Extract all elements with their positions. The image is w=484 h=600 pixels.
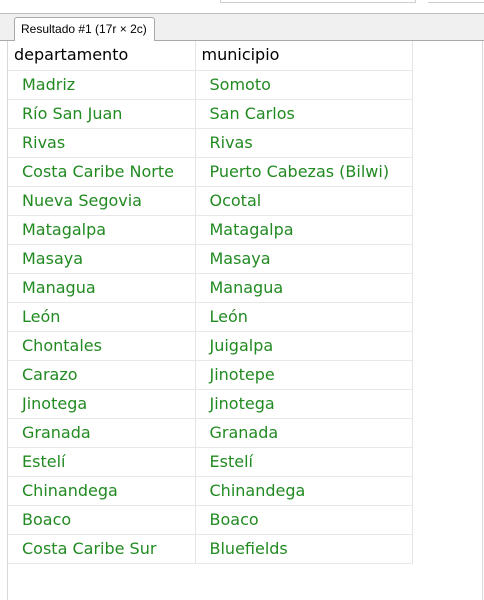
table-row[interactable]: Granada Granada xyxy=(8,418,413,448)
table-row[interactable]: Madriz Somoto xyxy=(8,70,413,100)
cell-departamento[interactable]: Matagalpa xyxy=(8,215,196,245)
table-row[interactable]: Boaco Boaco xyxy=(8,505,413,535)
cell-departamento[interactable]: Jinotega xyxy=(8,389,196,419)
table-row[interactable]: Chontales Juigalpa xyxy=(8,331,413,361)
cell-municipio[interactable]: Jinotepe xyxy=(195,360,413,390)
cell-municipio[interactable]: Chinandega xyxy=(195,476,413,506)
cell-municipio[interactable]: San Carlos xyxy=(195,99,413,129)
cell-municipio[interactable]: Somoto xyxy=(195,70,413,100)
table-row[interactable]: Costa Caribe Sur Bluefields xyxy=(8,534,413,564)
top-toolbar-edge xyxy=(0,0,484,14)
cell-departamento[interactable]: Costa Caribe Norte xyxy=(8,157,196,187)
toolbar-divider xyxy=(220,0,416,3)
header-row: departamento municipio xyxy=(8,41,413,71)
table-row[interactable]: Masaya Masaya xyxy=(8,244,413,274)
table-row[interactable]: Carazo Jinotepe xyxy=(8,360,413,390)
results-table: departamento municipio Madriz Somoto Río… xyxy=(8,41,413,564)
table-row[interactable]: Estelí Estelí xyxy=(8,447,413,477)
table-row[interactable]: Río San Juan San Carlos xyxy=(8,99,413,129)
cell-municipio[interactable]: Ocotal xyxy=(195,186,413,216)
cell-departamento[interactable]: Nueva Segovia xyxy=(8,186,196,216)
cell-municipio[interactable]: Matagalpa xyxy=(195,215,413,245)
cell-departamento[interactable]: León xyxy=(8,302,196,332)
table-row[interactable]: Chinandega Chinandega xyxy=(8,476,413,506)
cell-municipio[interactable]: Rivas xyxy=(195,128,413,158)
result-grid[interactable]: departamento municipio Madriz Somoto Río… xyxy=(0,41,484,600)
grid-border xyxy=(482,41,483,600)
table-row[interactable]: Matagalpa Matagalpa xyxy=(8,215,413,245)
table-row[interactable]: Jinotega Jinotega xyxy=(8,389,413,419)
cell-departamento[interactable]: Madriz xyxy=(8,70,196,100)
cell-departamento[interactable]: Río San Juan xyxy=(8,99,196,129)
cell-departamento[interactable]: Masaya xyxy=(8,244,196,274)
cell-municipio[interactable]: Puerto Cabezas (Bilwi) xyxy=(195,157,413,187)
cell-departamento[interactable]: Rivas xyxy=(8,128,196,158)
cell-departamento[interactable]: Boaco xyxy=(8,505,196,535)
cell-departamento[interactable]: Estelí xyxy=(8,447,196,477)
cell-municipio[interactable]: Granada xyxy=(195,418,413,448)
cell-municipio[interactable]: Jinotega xyxy=(195,389,413,419)
cell-departamento[interactable]: Granada xyxy=(8,418,196,448)
cell-municipio[interactable]: Managua xyxy=(195,273,413,303)
table-row[interactable]: Nueva Segovia Ocotal xyxy=(8,186,413,216)
table-row[interactable]: León León xyxy=(8,302,413,332)
cell-municipio[interactable]: León xyxy=(195,302,413,332)
toolbar-divider xyxy=(428,0,484,3)
cell-departamento[interactable]: Chinandega xyxy=(8,476,196,506)
result-tab-bar: Resultado #1 (17r × 2c) xyxy=(0,14,484,41)
table-row[interactable]: Rivas Rivas xyxy=(8,128,413,158)
cell-municipio[interactable]: Estelí xyxy=(195,447,413,477)
cell-departamento[interactable]: Managua xyxy=(8,273,196,303)
tab-result-1[interactable]: Resultado #1 (17r × 2c) xyxy=(14,17,155,41)
cell-departamento[interactable]: Costa Caribe Sur xyxy=(8,534,196,564)
cell-departamento[interactable]: Carazo xyxy=(8,360,196,390)
cell-municipio[interactable]: Boaco xyxy=(195,505,413,535)
table-row[interactable]: Managua Managua xyxy=(8,273,413,303)
result-window: Resultado #1 (17r × 2c) departamento mun… xyxy=(0,0,484,600)
cell-municipio[interactable]: Juigalpa xyxy=(195,331,413,361)
column-header-departamento[interactable]: departamento xyxy=(8,41,196,71)
column-header-municipio[interactable]: municipio xyxy=(195,41,413,71)
cell-municipio[interactable]: Bluefields xyxy=(195,534,413,564)
table-row[interactable]: Costa Caribe Norte Puerto Cabezas (Bilwi… xyxy=(8,157,413,187)
cell-departamento[interactable]: Chontales xyxy=(8,331,196,361)
cell-municipio[interactable]: Masaya xyxy=(195,244,413,274)
